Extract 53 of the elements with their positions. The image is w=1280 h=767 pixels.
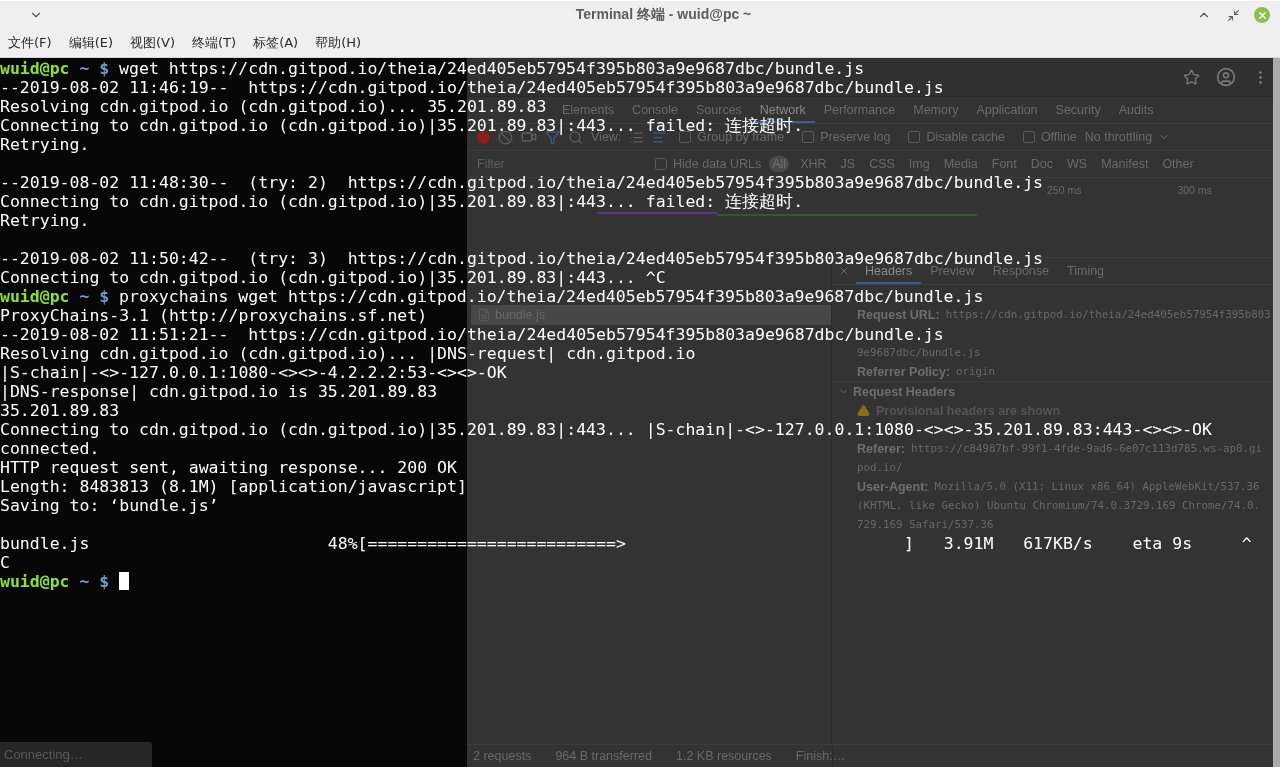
prompt-user: wuid@pc xyxy=(0,287,70,306)
prompt-symbol: $ xyxy=(99,59,110,78)
output-line: Retrying. xyxy=(0,211,90,230)
command-text: wget https://cdn.gitpod.io/theia/24ed405eb57954f395b803a9e9687dbc/bundle.js xyxy=(119,59,865,78)
output-line: Connecting to cdn.gitpod.io (cdn.gitpod.io)|35.201.89.83|:443... failed: 连接超时. xyxy=(0,192,804,211)
output-line: Connecting to cdn.gitpod.io (cdn.gitpod.io)|35.201.89.83|:443... |S-chain|-<>-127.0.0.1:1080-<><>-35.201.89.83:443-<><>-OK xyxy=(0,420,1212,439)
section-header[interactable]: Request Headers xyxy=(838,382,1273,401)
output-line: --2019-08-02 11:51:21-- https://cdn.gitpod.io/theia/24ed405eb57954f395b803a9e9687dbc/bundle.js xyxy=(0,325,944,344)
scrollbar[interactable] xyxy=(1273,58,1280,767)
command-text: proxychains wget https://cdn.gitpod.io/theia/24ed405eb57954f395b803a9e9687dbc/bundle.js xyxy=(119,287,984,306)
prompt-path: ~ xyxy=(79,287,90,306)
header-name: Request URL: xyxy=(857,307,940,322)
output-line: |S-chain|-<>-127.0.0.1:1080-<><>-4.2.2.2:53-<><>-OK xyxy=(0,363,507,382)
prompt-symbol: $ xyxy=(99,287,110,306)
restore-icon xyxy=(1226,8,1240,22)
output-line: connected. xyxy=(0,439,100,458)
output-line: Resolving cdn.gitpod.io (cdn.gitpod.io)... 35.201.89.83 xyxy=(0,97,547,116)
output-line: C xyxy=(0,553,10,572)
menu-item[interactable]: 视图(V) xyxy=(130,34,176,52)
output-line: --2019-08-02 11:46:19-- https://cdn.gitpod.io/theia/24ed405eb57954f395b803a9e9687dbc/bundle.js xyxy=(0,78,944,97)
menu-item[interactable]: 标签(A) xyxy=(253,34,299,52)
waterfall-icon[interactable] xyxy=(652,129,668,145)
close-icon xyxy=(1256,9,1268,21)
prompt-symbol: $ xyxy=(99,572,110,591)
prompt-path: ~ xyxy=(79,59,90,78)
output-line: --2019-08-02 11:48:30-- (try: 2) https://cdn.gitpod.io/theia/24ed405eb57954f395b803a9e9687dbc/bundle.js xyxy=(0,173,1044,192)
header-name: Referer: xyxy=(857,441,905,456)
output-line: Connecting to cdn.gitpod.io (cdn.gitpod.io)|35.201.89.83|:443... ^C xyxy=(0,268,666,287)
menu-item[interactable]: 帮助(H) xyxy=(315,34,362,52)
warning-icon xyxy=(857,404,870,417)
output-line: ProxyChains-3.1 (http://proxychains.sf.net) xyxy=(0,306,428,325)
window-title: Terminal 终端 - wuid@pc ~ xyxy=(574,6,753,24)
output-line: Resolving cdn.gitpod.io (cdn.gitpod.io)... |DNS-request| cdn.gitpod.io xyxy=(0,344,696,363)
output-line: |DNS-response| cdn.gitpod.io is 35.201.89.83 xyxy=(0,382,438,401)
prompt-user: wuid@pc xyxy=(0,59,70,78)
output-line: 35.201.89.83 xyxy=(0,401,120,420)
output-line: bundle.js 48%[=========================> ] 3.91M 617KB/s eta 9s ^ xyxy=(0,534,1252,553)
output-line: HTTP request sent, awaiting response... 200 OK xyxy=(0,458,457,477)
prompt-user: wuid@pc xyxy=(0,572,70,591)
output-line: Saving to: ‘bundle.js’ xyxy=(0,496,219,515)
menu-item[interactable]: 终端(T) xyxy=(192,34,237,52)
prompt-path: ~ xyxy=(79,572,90,591)
star-icon[interactable] xyxy=(1183,68,1200,86)
close-button[interactable] xyxy=(1254,7,1270,23)
menu-item[interactable]: 文件(F) xyxy=(8,34,52,52)
header-name: User-Agent: xyxy=(857,479,929,494)
header-name: Referrer Policy: xyxy=(857,364,951,379)
output-line: Retrying. xyxy=(0,135,90,154)
close-icon[interactable] xyxy=(838,265,850,277)
account-icon[interactable] xyxy=(1216,67,1236,87)
output-line: Length: 8483813 (8.1M) [application/javascript] xyxy=(0,477,467,496)
output-line: --2019-08-02 11:50:42-- (try: 3) https://cdn.gitpod.io/theia/24ed405eb57954f395b803a9e9687dbc/bundle.js xyxy=(0,249,1044,268)
menu-item[interactable]: 编辑(E) xyxy=(68,34,113,52)
